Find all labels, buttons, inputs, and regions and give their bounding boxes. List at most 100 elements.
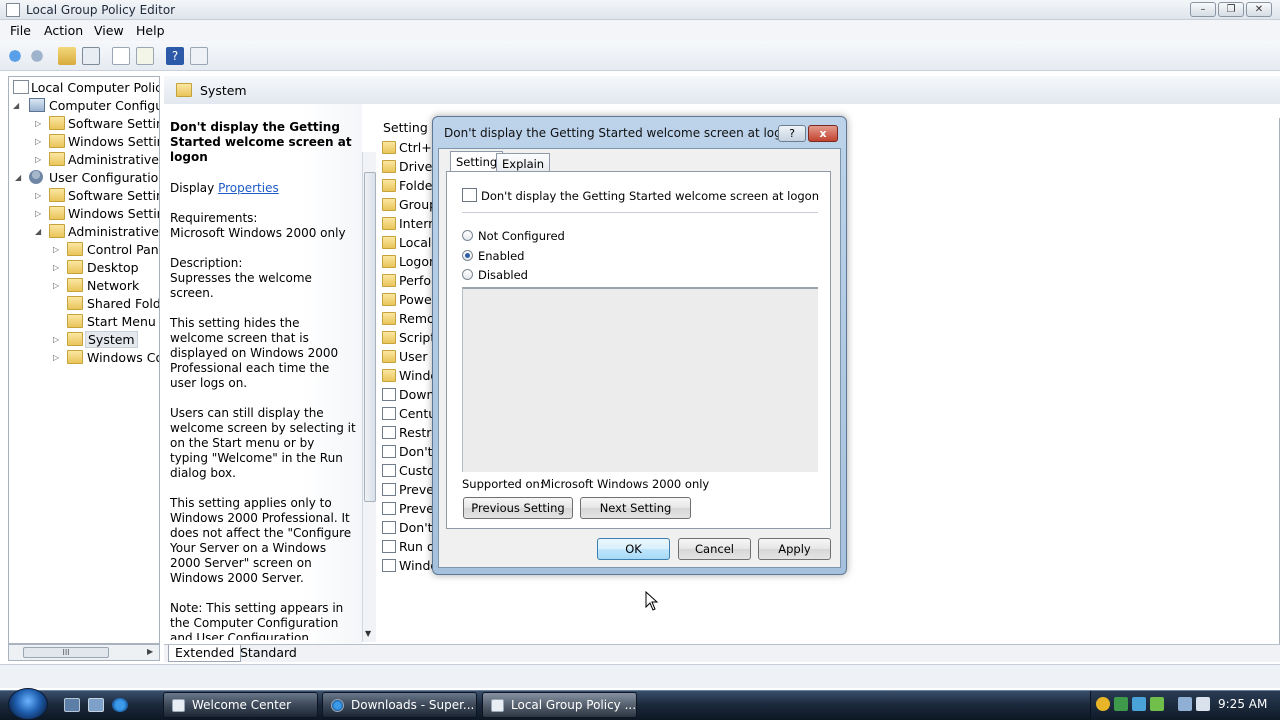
radio-enabled[interactable] [462,250,473,261]
menu-file[interactable]: File [10,23,31,38]
ok-button[interactable]: OK [597,538,670,560]
expand-icon[interactable]: ▷ [53,263,61,272]
policy-setting-icon [382,540,396,553]
properties-link[interactable]: Properties [218,181,279,195]
policy-setting-icon [382,464,396,477]
internet-explorer-icon[interactable] [112,698,128,712]
folder-icon [67,332,83,346]
previous-setting-button[interactable]: Previous Setting [463,497,573,519]
clock[interactable]: 9:25 AM [1218,697,1267,711]
tab-explain[interactable]: Explain [496,153,551,173]
setting-column-header[interactable]: Setting [383,120,428,135]
expand-icon[interactable]: ▷ [35,155,43,164]
update-icon[interactable] [1150,697,1164,711]
policy-setting-icon [382,445,396,458]
scroll-right-icon[interactable]: ▶ [147,647,153,656]
radio-disabled[interactable] [462,269,473,280]
folder-icon [382,236,396,249]
folder-icon [382,179,396,192]
policy-setting-icon [382,521,396,534]
minimize-button[interactable]: – [1190,2,1216,17]
folder-icon [67,242,83,256]
expand-icon[interactable]: ▷ [53,281,61,290]
collapse-icon[interactable]: ◢ [13,101,21,110]
cancel-button[interactable]: Cancel [678,538,751,560]
next-setting-button[interactable]: Next Setting [580,497,691,519]
folder-icon [382,217,396,230]
security-shield-icon[interactable] [1096,697,1110,711]
app-icon [6,3,20,17]
collapse-icon[interactable]: ◢ [35,227,43,236]
properties-icon[interactable] [112,47,130,65]
policy-setting-icon [382,426,396,439]
back-icon[interactable] [6,47,24,65]
options-box [462,287,818,472]
folder-icon [67,314,83,328]
menu-action[interactable]: Action [44,23,83,38]
folder-icon [67,296,83,310]
export-list-icon[interactable] [136,47,154,65]
expand-icon[interactable]: ▷ [35,119,43,128]
description-paragraph: This setting applies only to Windows 200… [170,496,352,585]
menu-view[interactable]: View [94,23,124,38]
forward-icon[interactable] [28,47,46,65]
folder-icon [49,188,65,202]
divider [462,212,818,213]
expand-icon[interactable]: ▷ [35,209,43,218]
folder-icon [382,312,396,325]
radio-not-configured[interactable] [462,230,473,241]
show-hide-tree-icon[interactable] [82,47,100,65]
up-folder-icon[interactable] [58,47,76,65]
taskbar-item-group-policy[interactable]: Local Group Policy ... [482,692,637,718]
taskbar-item-downloads[interactable]: Downloads - Super... [322,692,477,718]
expand-icon[interactable]: ▷ [53,245,61,254]
scrollbar-thumb[interactable]: III [23,647,109,658]
show-desktop-icon[interactable] [64,698,80,712]
mouse-cursor-icon [645,591,659,611]
dialog-close-button[interactable]: x [808,125,838,142]
policy-setting-icon [382,502,396,515]
close-button[interactable]: ✕ [1246,2,1272,17]
dialog-help-button[interactable]: ? [778,125,806,142]
menu-help[interactable]: Help [136,23,165,38]
folder-icon [67,350,83,364]
expand-icon[interactable]: ▷ [35,137,43,146]
computer-icon [29,98,45,112]
supported-on-label: Supported on: [462,477,544,491]
collapse-icon[interactable]: ◢ [15,173,23,182]
apply-button[interactable]: Apply [758,538,831,560]
start-button[interactable] [8,688,48,720]
restore-button[interactable]: ❐ [1218,2,1244,17]
help-icon[interactable]: ? [166,47,184,65]
folder-icon [49,152,65,166]
folder-icon [176,83,192,97]
switch-windows-icon[interactable] [88,698,104,712]
scroll-down-icon[interactable]: ▼ [365,629,371,638]
taskbar-item-welcome-center[interactable]: Welcome Center [163,692,318,718]
policy-doc-icon [491,699,504,712]
expand-icon[interactable]: ▷ [53,353,61,362]
setting-label: Perfor [399,273,437,288]
description-scrollbar[interactable]: ▼ [362,152,376,642]
volume-muted-icon[interactable] [1196,697,1210,711]
tab-standard[interactable]: Standard [234,645,303,662]
tree-horizontal-scrollbar[interactable]: III ▶ [8,644,160,661]
expand-icon[interactable]: ▷ [35,191,43,200]
folder-icon [382,141,396,154]
toolbar: ? [0,41,1280,71]
policy-title: Don't display the Getting Started welcom… [481,189,820,203]
pane-title: System [200,83,247,98]
expand-icon[interactable]: ▷ [53,335,61,344]
tab-extended[interactable]: Extended [168,645,242,662]
network-icon[interactable] [1132,697,1146,711]
dialog-title: Don't display the Getting Started welcom… [444,126,780,140]
defender-icon[interactable] [1114,697,1128,711]
title-bar: Local Group Policy Editor – ❐ ✕ [0,0,1280,20]
folder-icon [382,369,396,382]
filter-icon[interactable] [190,47,208,65]
computer-network-icon[interactable] [1178,697,1192,711]
folder-icon [49,134,65,148]
scrollbar-thumb[interactable] [364,172,376,502]
description-paragraph: This setting hides the welcome screen th… [170,316,339,390]
folder-icon [49,116,65,130]
